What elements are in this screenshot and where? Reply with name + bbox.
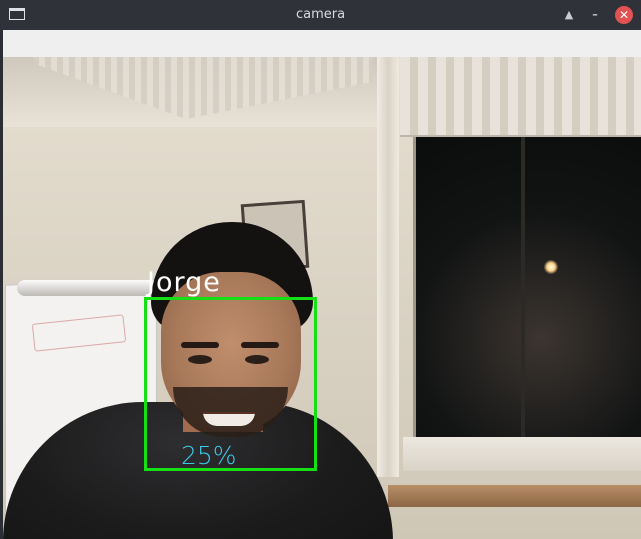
night-window xyxy=(413,87,641,437)
whiteboard-roll xyxy=(17,280,157,296)
minimize-icon[interactable]: – xyxy=(586,6,604,24)
confidence-label: 25% xyxy=(181,441,237,470)
keep-above-icon[interactable]: ▲ xyxy=(560,6,578,24)
close-icon[interactable]: ✕ xyxy=(615,6,633,24)
title-bar: camera ▲ – ✕ xyxy=(0,0,641,30)
wooden-shelf xyxy=(388,485,641,507)
camera-view: Jorge 25% xyxy=(3,57,641,539)
window-mullion xyxy=(521,117,525,437)
street-light xyxy=(544,260,558,274)
window-toolbar xyxy=(3,30,641,58)
curtain xyxy=(400,57,641,137)
door-frame xyxy=(377,57,399,477)
detected-name-label: Jorge xyxy=(147,267,221,298)
window-title: camera xyxy=(295,7,346,22)
window-sill xyxy=(403,437,641,471)
